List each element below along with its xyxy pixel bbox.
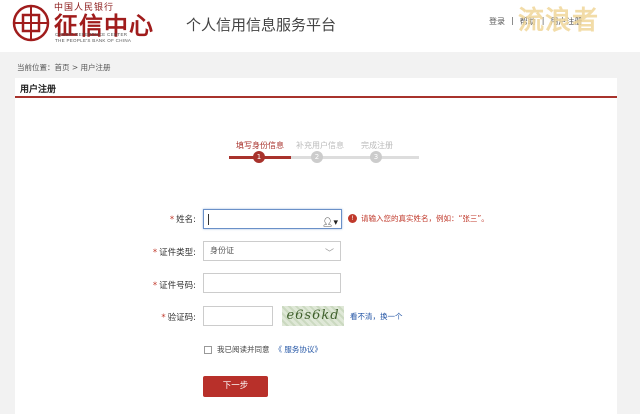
required-mark: * [152,248,158,258]
id-number-label: * 证件号码: [126,279,196,291]
captcha-label-text: 验证码: [167,313,196,323]
section-divider [15,96,617,98]
step-3-circle: 3 [370,151,382,163]
name-label: * 姓名: [126,213,196,225]
refresh-captcha-link[interactable]: 看不清，换一个 [350,311,403,322]
id-type-label: * 证件类型: [126,246,196,258]
captcha-input[interactable] [203,306,273,326]
step-2-circle: 2 [311,151,323,163]
chevron-down-icon: ﹀ [324,248,334,258]
text-cursor [208,214,209,225]
agree-text: 我已阅读并同意 [217,345,270,354]
login-link[interactable]: 登录 [489,16,505,27]
person-icon[interactable]: 👤︎▾ [322,213,338,231]
name-hint-text: 请输入您的真实姓名，例如：“张三”。 [361,214,489,223]
id-type-value: 身份证 [210,246,234,255]
step-3-label: 完成注册 [361,141,393,150]
header: 中国人民银行 征信中心 CREDIT REFERENCE CENTER THE … [0,0,640,52]
id-type-label-text: 证件类型: [159,248,196,258]
platform-title: 个人信用信息服务平台 [186,16,337,34]
required-mark: * [161,313,166,323]
link-separator: | [511,16,514,25]
logo-english-line2: THE PEOPLE'S BANK OF CHINA [55,38,132,43]
id-type-select[interactable]: 身份证 ﹀ [203,241,341,261]
logo-seal-icon [12,4,50,42]
captcha-image[interactable]: e6s6kd [282,306,344,326]
name-label-text: 姓名: [176,215,196,225]
required-mark: * [152,281,158,291]
logo-english-line1: CREDIT REFERENCE CENTER [55,32,128,37]
service-agreement-link[interactable]: 《 服务协议》 [275,344,322,355]
watermark: 流浪者 [518,6,600,36]
name-hint: ! 请输入您的真实姓名，例如：“张三”。 [348,213,489,224]
required-mark: * [169,215,175,225]
next-step-button[interactable]: 下一步 [203,376,268,397]
breadcrumb: 当前位置：首页 > 用户注册 [17,63,111,72]
step-1-circle: 1 [253,151,265,163]
step-1-label: 填写身份信息 [236,141,284,150]
id-number-label-text: 证件号码: [159,281,196,291]
step-2-label: 补充用户信息 [296,141,344,150]
id-number-input[interactable] [203,273,341,293]
name-input[interactable]: 👤︎▾ [203,209,342,229]
step-3-track [353,156,419,159]
warning-icon: ! [348,214,357,223]
agree-checkbox[interactable] [204,345,212,354]
agreement-row: 我已阅读并同意 《 服务协议》 [204,344,322,355]
section-title: 用户注册 [20,85,57,95]
captcha-label: * 验证码: [126,311,196,323]
